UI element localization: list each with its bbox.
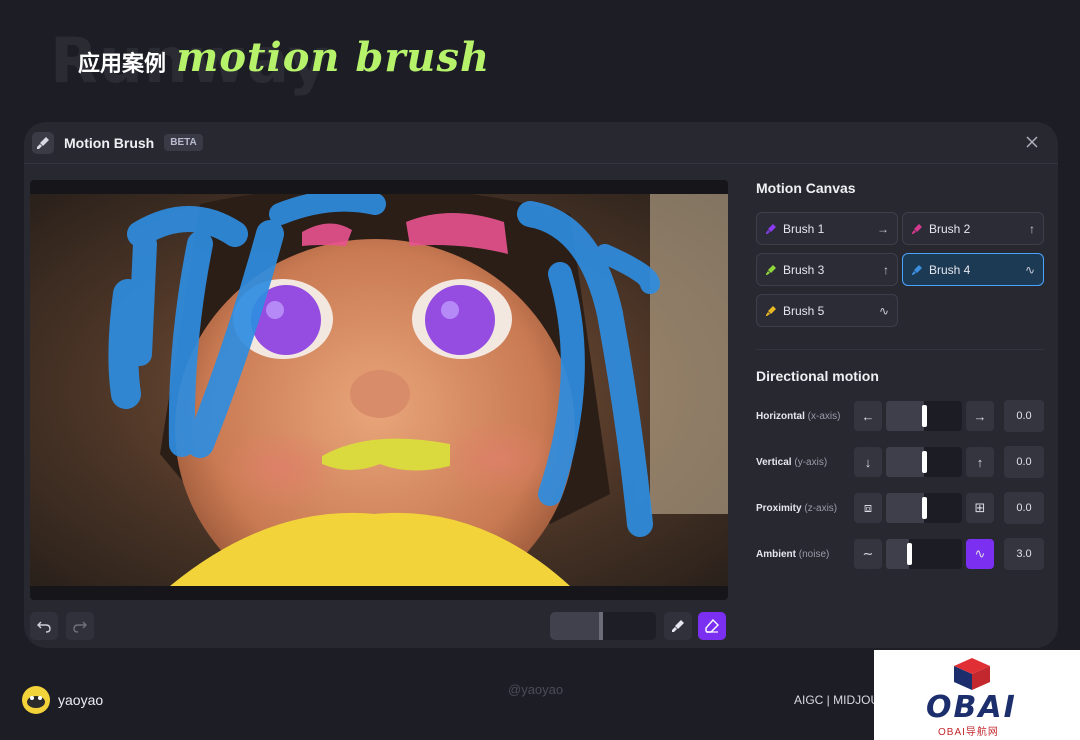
- motion-row-vertical: Vertical (y-axis) ↓ ↑ 0.0: [756, 446, 1044, 478]
- slide-title: 应用案例 motion brush: [78, 34, 490, 81]
- motion-rows: Horizontal (x-axis) ← → 0.0 Vertical (y-axis…: [756, 400, 1044, 570]
- brush-chip-4[interactable]: Brush 4 ∿: [902, 253, 1044, 286]
- brush-size-fill: [550, 612, 601, 640]
- settings-column: Motion Canvas Brush 1 → Brush 2 ↑ Brush 3 ↑ Br…: [756, 180, 1044, 584]
- brush-size-slider[interactable]: [550, 612, 656, 640]
- motion-row-ambient: Ambient (noise) ∼ ∿ 3.0: [756, 538, 1044, 570]
- motion-canvas-title: Motion Canvas: [756, 180, 856, 196]
- brush-color-icon: [765, 264, 777, 276]
- author-name: yaoyao: [58, 692, 104, 708]
- slider-fill: [886, 539, 909, 569]
- directional-motion-title: Directional motion: [756, 368, 879, 384]
- cube-logo-icon: [954, 658, 990, 690]
- logo-subtitle: OBAI导航网: [938, 727, 999, 738]
- motion-control: ↓ ↑ 0.0: [854, 446, 1044, 478]
- footer-tags: AIGC | MIDJOU: [794, 693, 880, 707]
- panel-title: Motion Brush: [64, 134, 155, 151]
- canvas-toolbar: [30, 612, 728, 642]
- brush-color-icon: [911, 223, 923, 235]
- motion-slider[interactable]: [886, 401, 962, 431]
- brush-direction-icon: ↑: [1029, 221, 1035, 236]
- increase-button[interactable]: →: [966, 401, 994, 431]
- motion-row-label: Vertical (y-axis): [756, 456, 828, 468]
- slider-fill: [886, 447, 924, 477]
- brush-chip-1[interactable]: Brush 1 →: [756, 212, 898, 245]
- motion-control: ⧈ ⊞ 0.0: [854, 492, 1044, 524]
- brush-color-icon: [765, 305, 777, 317]
- brush-direction-icon: →: [877, 221, 889, 236]
- slider-knob[interactable]: [922, 497, 927, 519]
- brush-size-knob[interactable]: [599, 612, 603, 640]
- motion-brush-panel: Motion Brush BETA Motion Canvas Brush 1 …: [24, 122, 1058, 648]
- image-canvas[interactable]: [30, 180, 728, 600]
- motion-slider[interactable]: [886, 447, 962, 477]
- brush-color-icon: [911, 264, 923, 276]
- motion-row-proximity: Proximity (z-axis) ⧈ ⊞ 0.0: [756, 492, 1044, 524]
- beta-badge: BETA: [164, 134, 203, 151]
- brush-label: Brush 4: [929, 262, 971, 277]
- increase-button[interactable]: ⊞: [966, 493, 994, 523]
- brush-tool-icon[interactable]: [664, 612, 692, 640]
- motion-row-label: Ambient (noise): [756, 548, 830, 560]
- motion-control: ← → 0.0: [854, 400, 1044, 432]
- decrease-button[interactable]: ⧈: [854, 493, 882, 523]
- brush-label: Brush 1: [783, 221, 825, 236]
- motion-value[interactable]: 0.0: [1004, 446, 1044, 478]
- eraser-tool-icon[interactable]: [698, 612, 726, 640]
- slider-knob[interactable]: [907, 543, 912, 565]
- brush-chip-5[interactable]: Brush 5 ∿: [756, 294, 898, 327]
- right-eye-highlight: [441, 301, 459, 319]
- brush-label: Brush 5: [783, 303, 825, 318]
- logo-text: OBAI: [926, 690, 1017, 725]
- brush-label: Brush 2: [929, 221, 971, 236]
- right-eye-purple: [425, 285, 495, 355]
- nose: [350, 370, 410, 418]
- increase-button[interactable]: ↑: [966, 447, 994, 477]
- redo-icon[interactable]: [66, 612, 94, 640]
- undo-icon[interactable]: [30, 612, 58, 640]
- left-eye-highlight: [266, 301, 284, 319]
- brush-direction-icon: ↑: [883, 262, 889, 277]
- slider-knob[interactable]: [922, 405, 927, 427]
- watermark-handle: @yaoyao: [508, 682, 564, 697]
- panel-header: Motion Brush BETA: [24, 122, 1058, 164]
- obai-logo: OBAI OBAI导航网: [874, 650, 1080, 740]
- brush-label: Brush 3: [783, 262, 825, 277]
- brush-grid: Brush 1 → Brush 2 ↑ Brush 3 ↑ Brush 4 ∿ Brush 5 ∿: [756, 212, 1044, 327]
- motion-row-label: Proximity (z-axis): [756, 502, 838, 514]
- slider-knob[interactable]: [922, 451, 927, 473]
- motion-value[interactable]: 0.0: [1004, 492, 1044, 524]
- motion-row-horizontal: Horizontal (x-axis) ← → 0.0: [756, 400, 1044, 432]
- motion-slider[interactable]: [886, 539, 962, 569]
- brush-chip-3[interactable]: Brush 3 ↑: [756, 253, 898, 286]
- brush-direction-icon: ∿: [878, 303, 889, 318]
- increase-button[interactable]: ∿: [966, 539, 994, 569]
- brush-icon: [32, 131, 54, 154]
- motion-value[interactable]: 0.0: [1004, 400, 1044, 432]
- slider-fill: [886, 401, 924, 431]
- slide-title-en: motion brush: [176, 34, 491, 81]
- motion-value[interactable]: 3.0: [1004, 538, 1044, 570]
- decrease-button[interactable]: ↓: [854, 447, 882, 477]
- divider: [756, 349, 1044, 350]
- window-light: [650, 194, 728, 514]
- brush-color-icon: [765, 223, 777, 235]
- slider-fill: [886, 493, 924, 523]
- left-cheek: [220, 429, 340, 509]
- brush-chip-2[interactable]: Brush 2 ↑: [902, 212, 1044, 245]
- motion-row-label: Horizontal (x-axis): [756, 410, 841, 422]
- close-icon[interactable]: [1022, 132, 1042, 152]
- decrease-button[interactable]: ∼: [854, 539, 882, 569]
- slide-title-cn: 应用案例: [78, 52, 167, 77]
- motion-control: ∼ ∿ 3.0: [854, 538, 1044, 570]
- decrease-button[interactable]: ←: [854, 401, 882, 431]
- avatar: [22, 686, 50, 714]
- motion-slider[interactable]: [886, 493, 962, 523]
- brush-direction-icon: ∿: [1024, 262, 1035, 277]
